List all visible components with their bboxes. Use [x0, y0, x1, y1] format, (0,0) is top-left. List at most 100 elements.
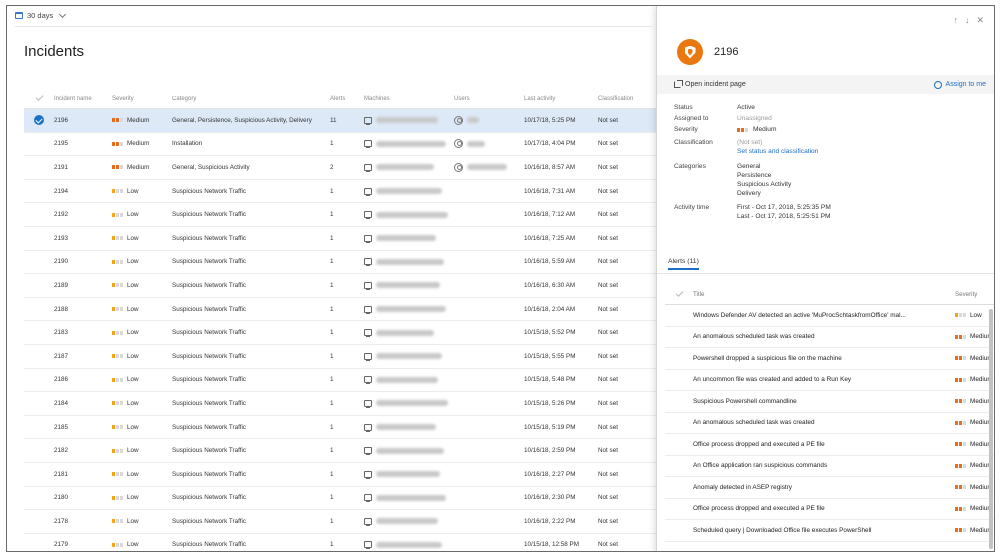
machine-cell[interactable] — [364, 541, 454, 550]
incident-name[interactable]: 2186 — [54, 376, 112, 383]
incident-name[interactable]: 2192 — [54, 211, 112, 218]
alert-row[interactable]: Suspicious Powershell commandline Medium — [665, 391, 994, 413]
alert-title[interactable]: Windows Defender AV detected an active '… — [693, 312, 955, 319]
column-header-last-activity[interactable]: Last activity — [524, 96, 598, 102]
machine-cell[interactable] — [364, 494, 454, 503]
table-row[interactable]: 2195 Medium Installation 1 10/17/18, 4:0… — [24, 133, 656, 157]
machine-cell[interactable] — [364, 281, 454, 290]
table-row[interactable]: 2184 Low Suspicious Network Traffic 1 10… — [24, 392, 656, 416]
users-cell[interactable] — [454, 139, 524, 149]
incident-name[interactable]: 2195 — [54, 140, 112, 147]
machine-cell[interactable] — [364, 352, 454, 361]
alert-row[interactable]: An uncommon file was created and added t… — [665, 370, 994, 391]
column-header-severity[interactable]: Severity — [112, 96, 172, 102]
table-row[interactable]: 2178 Low Suspicious Network Traffic 1 10… — [24, 510, 656, 534]
machine-cell[interactable] — [364, 163, 454, 172]
column-header-users[interactable]: Users — [454, 96, 524, 102]
incident-name[interactable]: 2183 — [54, 329, 112, 336]
column-header-alerts[interactable]: Alerts — [330, 96, 364, 102]
table-row[interactable]: 2181 Low Suspicious Network Traffic 1 10… — [24, 463, 656, 487]
alerts-column-title[interactable]: Title — [693, 291, 955, 298]
tab-alerts[interactable]: Alerts (11) — [668, 258, 699, 270]
table-row[interactable]: 2183 Low Suspicious Network Traffic 1 10… — [24, 321, 656, 345]
incident-name[interactable]: 2193 — [54, 235, 112, 242]
alert-title[interactable]: An uncommon file was created and added t… — [693, 376, 955, 383]
incident-name[interactable]: 2196 — [54, 117, 112, 124]
users-cell[interactable] — [454, 115, 524, 125]
table-row[interactable]: 2192 Low Suspicious Network Traffic 1 10… — [24, 203, 656, 227]
machine-cell[interactable] — [364, 140, 454, 149]
open-incident-page-button[interactable]: Open incident page — [674, 80, 746, 88]
incident-name[interactable]: 2181 — [54, 471, 112, 478]
alert-row[interactable]: Office process dropped and executed a PE… — [665, 499, 994, 520]
incident-name[interactable]: 2185 — [54, 424, 112, 431]
alert-title[interactable]: Suspicious Powershell commandline — [693, 398, 955, 405]
column-header-name[interactable]: Incident name — [54, 96, 112, 102]
machine-cell[interactable] — [364, 116, 454, 125]
machine-cell[interactable] — [364, 376, 454, 385]
alert-row[interactable]: Powershell dropped a suspicious file on … — [665, 348, 994, 370]
column-header-classification[interactable]: Classification — [598, 96, 656, 102]
machine-cell[interactable] — [364, 187, 454, 196]
alert-row[interactable]: An anomalous scheduled task was created … — [665, 327, 994, 348]
incident-name[interactable]: 2189 — [54, 282, 112, 289]
incident-name[interactable]: 2191 — [54, 164, 112, 171]
column-header-machines[interactable]: Machines — [364, 96, 454, 102]
select-all-checkbox[interactable] — [24, 93, 54, 101]
table-row[interactable]: 2182 Low Suspicious Network Traffic 1 10… — [24, 439, 656, 463]
incident-name[interactable]: 2180 — [54, 494, 112, 501]
machine-cell[interactable] — [364, 399, 454, 408]
machine-cell[interactable] — [364, 423, 454, 432]
incident-name[interactable]: 2194 — [54, 188, 112, 195]
table-row[interactable]: 2191 Medium General, Suspicious Activity… — [24, 156, 656, 180]
table-row[interactable]: 2189 Low Suspicious Network Traffic 1 10… — [24, 274, 656, 298]
table-row[interactable]: 2185 Low Suspicious Network Traffic 1 10… — [24, 416, 656, 440]
table-row[interactable]: 2180 Low Suspicious Network Traffic 1 10… — [24, 487, 656, 511]
table-row[interactable]: 2186 Low Suspicious Network Traffic 1 10… — [24, 369, 656, 393]
incident-name[interactable]: 2184 — [54, 400, 112, 407]
incident-name[interactable]: 2179 — [54, 541, 112, 548]
alert-row[interactable]: An anomalous scheduled task was created … — [665, 413, 994, 434]
alerts-scrollbar[interactable] — [989, 309, 993, 549]
machine-cell[interactable] — [364, 211, 454, 220]
arrow-down-icon[interactable]: ↓ — [965, 15, 970, 26]
alert-title[interactable]: Office process dropped and executed a PE… — [693, 505, 955, 512]
machine-cell[interactable] — [364, 234, 454, 243]
table-row[interactable]: 2190 Low Suspicious Network Traffic 1 10… — [24, 251, 656, 275]
incident-name[interactable]: 2187 — [54, 353, 112, 360]
alert-title[interactable]: An anomalous scheduled task was created — [693, 419, 955, 426]
table-row[interactable]: 2188 Low Suspicious Network Traffic 1 10… — [24, 298, 656, 322]
alert-row[interactable]: Office process dropped and executed a PE… — [665, 434, 994, 456]
incident-name[interactable]: 2190 — [54, 258, 112, 265]
arrow-up-icon[interactable]: ↑ — [953, 15, 958, 26]
table-row[interactable]: 2179 Low Suspicious Network Traffic 1 10… — [24, 534, 656, 551]
alert-title[interactable]: Scheduled query | Downloaded Office file… — [693, 527, 955, 534]
users-cell[interactable] — [454, 162, 524, 172]
alert-row[interactable]: Windows Defender AV detected an active '… — [665, 305, 994, 327]
table-row[interactable]: 2194 Low Suspicious Network Traffic 1 10… — [24, 180, 656, 204]
machine-cell[interactable] — [364, 305, 454, 314]
assign-to-me-button[interactable]: Assign to me — [933, 80, 986, 89]
row-checkbox[interactable] — [24, 115, 54, 126]
table-row[interactable]: 2187 Low Suspicious Network Traffic 1 10… — [24, 345, 656, 369]
machine-cell[interactable] — [364, 517, 454, 526]
machine-cell[interactable] — [364, 258, 454, 267]
alert-title[interactable]: An Office application ran suspicious com… — [693, 462, 955, 469]
machine-cell[interactable] — [364, 329, 454, 338]
set-classification-link[interactable]: Set status and classification — [737, 148, 818, 155]
table-row[interactable]: 2196 Medium General, Persistence, Suspic… — [24, 109, 656, 133]
incident-name[interactable]: 2178 — [54, 518, 112, 525]
alert-title[interactable]: An anomalous scheduled task was created — [693, 333, 955, 340]
close-icon[interactable]: ✕ — [976, 15, 984, 26]
alert-title[interactable]: Powershell dropped a suspicious file on … — [693, 355, 955, 362]
alert-row[interactable]: An Office application ran suspicious com… — [665, 456, 994, 477]
alert-row[interactable]: Anomaly detected in ASEP registry Medium — [665, 477, 994, 499]
alert-title[interactable]: Office process dropped and executed a PE… — [693, 441, 955, 448]
alert-row[interactable]: Scheduled query | Downloaded Office file… — [665, 520, 994, 542]
machine-cell[interactable] — [364, 447, 454, 456]
incident-name[interactable]: 2182 — [54, 447, 112, 454]
select-all-alerts-checkbox[interactable] — [665, 289, 693, 297]
incident-name[interactable]: 2188 — [54, 306, 112, 313]
alert-title[interactable]: Anomaly detected in ASEP registry — [693, 484, 955, 491]
table-row[interactable]: 2193 Low Suspicious Network Traffic 1 10… — [24, 227, 656, 251]
